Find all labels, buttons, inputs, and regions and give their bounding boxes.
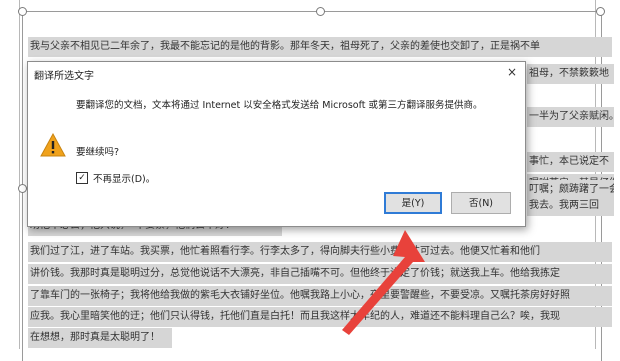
document-line: 在想想，那时真是太聪明了！ [28, 328, 172, 348]
document-line: 了靠车门的一张椅子；我将他给我做的紫毛大衣铺好坐位。他嘱我路上小心，夜里要警醒些… [28, 286, 612, 306]
dialog-message: 要翻译您的文档，文本将通过 Internet 以安全格式发送给 Microsof… [76, 100, 483, 111]
close-icon[interactable]: × [505, 65, 519, 79]
resize-handle-top-left[interactable] [18, 7, 27, 16]
document-line: 应我。我心里暗笑他的迂；他们只认得钱，托他们直是白托！而且我这样大年纪的人，难道… [28, 307, 612, 327]
translate-dialog: 翻译所选文字 × 要翻译您的文档，文本将通过 Internet 以安全格式发送给… [27, 61, 526, 227]
document-line: 我们过了江，进了车站。我买票，他忙着照看行李。行李太多了，得向脚夫行些小费，才可… [28, 242, 612, 262]
document-line: 我去。我两三回 [527, 196, 614, 216]
document-line: 祖母，不禁簌簌地 [527, 64, 614, 84]
document-line: 事忙，本已说定不 [527, 152, 614, 172]
dont-show-again-label[interactable]: 不再显示(D)。 [93, 171, 155, 185]
dont-show-again-checkbox[interactable]: ✓ [76, 172, 88, 184]
document-line: 我与父亲不相见已二年余了，我最不能忘记的是他的背影。那年冬天，祖母死了，父亲的差… [28, 37, 612, 57]
warning-icon [40, 133, 66, 157]
resize-handle-middle-left[interactable] [18, 184, 27, 193]
resize-handle-top-middle[interactable] [316, 7, 325, 16]
dialog-title: 翻译所选文字 [34, 71, 94, 82]
no-button[interactable]: 否(N) [451, 192, 511, 214]
resize-handle-top-right[interactable] [596, 7, 605, 16]
yes-button[interactable]: 是(Y) [384, 192, 442, 214]
document-line: 讲价钱。我那时真是聪明过分，总觉他说话不大漂亮，非自己插嘴不可。但他终于讲定了价… [28, 264, 612, 284]
document-line: 一半为了父亲赋闲。 [527, 107, 614, 127]
dialog-question: 要继续吗? [76, 147, 120, 158]
